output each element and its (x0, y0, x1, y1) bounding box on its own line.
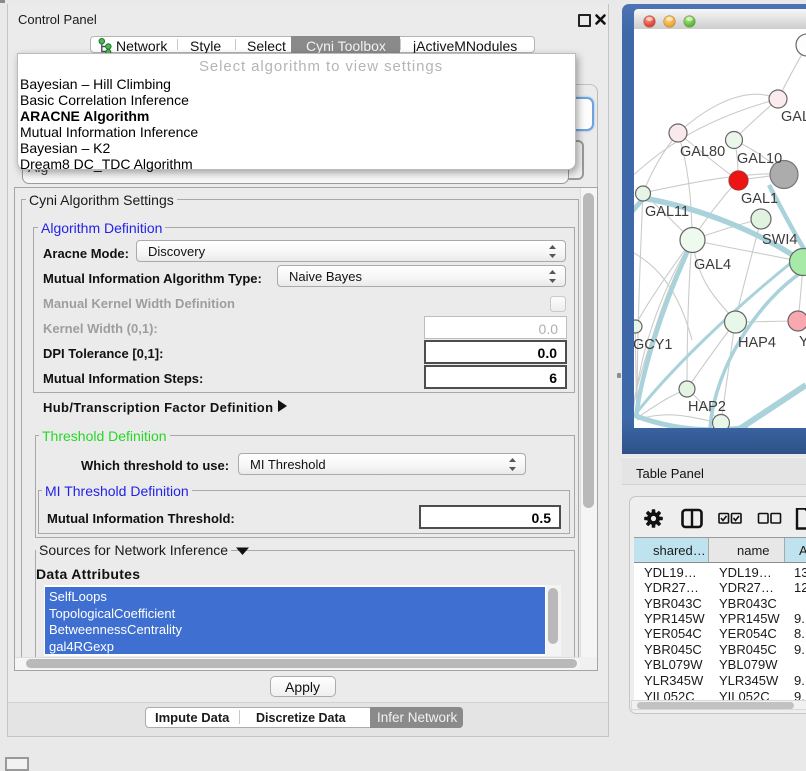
svg-text:SWI4: SWI4 (762, 232, 797, 248)
svg-text:HAP2: HAP2 (688, 399, 726, 415)
svg-text:GAL10: GAL10 (737, 151, 782, 167)
svg-text:HAP4: HAP4 (738, 335, 776, 351)
svg-text:GAL4: GAL4 (694, 257, 731, 273)
svg-text:GAL80: GAL80 (680, 144, 725, 160)
svg-text:GAL11: GAL11 (645, 204, 689, 220)
svg-text:Y: Y (799, 334, 806, 350)
svg-text:GAL1: GAL1 (741, 191, 778, 207)
svg-text:GAL7: GAL7 (781, 109, 806, 125)
svg-text:GCY1: GCY1 (634, 337, 673, 353)
